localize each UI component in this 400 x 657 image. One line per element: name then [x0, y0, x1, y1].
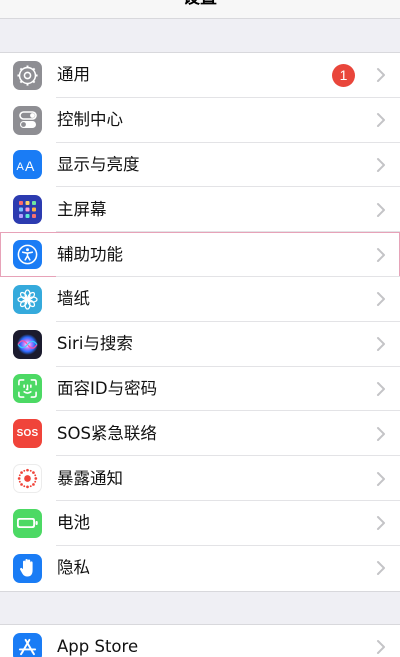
svg-text:A: A	[16, 161, 24, 173]
notification-badge: 1	[332, 63, 355, 87]
settings-row-home-screen[interactable]: 主屏幕	[0, 187, 400, 233]
chevron-right-icon	[377, 516, 385, 531]
settings-row-label: 辅助功能	[57, 244, 123, 264]
app-store-icon	[13, 632, 42, 657]
exposure-notification-icon	[13, 464, 42, 494]
accessibility-icon	[13, 240, 42, 270]
settings-row-exposure-notifications[interactable]: 暴露通知	[0, 456, 400, 501]
settings-row-label: 控制中心	[57, 110, 123, 130]
toggles-icon	[13, 105, 42, 135]
chevron-right-icon	[377, 157, 385, 172]
svg-text:A: A	[25, 158, 35, 173]
display-brightness-icon: A A	[13, 150, 42, 180]
settings-group-main: 通用 1 控制中心 A A 显示与亮度 主屏幕 辅助功能 墙纸 Siri与搜索 …	[0, 52, 400, 592]
page-title: 设置	[0, 0, 400, 10]
settings-row-label: 隐私	[57, 558, 90, 578]
settings-row-emergency-sos[interactable]: SOS SOS紧急联络	[0, 411, 400, 457]
settings-row-display-brightness[interactable]: A A 显示与亮度	[0, 143, 400, 188]
settings-row-control-center[interactable]: 控制中心	[0, 98, 400, 143]
battery-icon	[13, 508, 42, 538]
settings-row-accessibility[interactable]: 辅助功能	[0, 232, 400, 277]
chevron-right-icon	[377, 426, 385, 441]
sos-icon-text: SOS	[16, 428, 39, 440]
settings-row-face-id-passcode[interactable]: 面容ID与密码	[0, 367, 400, 412]
chevron-right-icon	[377, 561, 385, 576]
sos-icon: SOS	[13, 419, 42, 449]
settings-row-label: 显示与亮度	[57, 154, 140, 174]
chevron-right-icon	[377, 640, 385, 655]
chevron-right-icon	[377, 381, 385, 396]
navigation-bar: 设置	[0, 0, 400, 19]
settings-row-label: 通用	[57, 65, 90, 85]
settings-row-app-store[interactable]: App Store	[0, 625, 400, 657]
chevron-right-icon	[377, 292, 385, 307]
settings-row-label: 电池	[57, 513, 90, 533]
home-screen-icon	[13, 195, 42, 225]
settings-group-store: App Store	[0, 624, 400, 657]
chevron-right-icon	[377, 471, 385, 486]
siri-icon	[13, 329, 42, 359]
settings-row-label: 墙纸	[57, 289, 90, 309]
chevron-right-icon	[377, 337, 385, 352]
settings-screen: 设置	[0, 0, 400, 657]
settings-row-battery[interactable]: 电池	[0, 501, 400, 546]
settings-row-label: 主屏幕	[57, 199, 107, 219]
chevron-right-icon	[377, 202, 385, 217]
face-id-icon	[13, 374, 42, 404]
chevron-right-icon	[377, 247, 385, 262]
settings-row-label: SOS紧急联络	[57, 423, 157, 443]
gear-icon	[13, 60, 42, 90]
settings-row-general[interactable]: 通用 1	[0, 53, 400, 98]
settings-row-wallpaper[interactable]: 墙纸	[0, 277, 400, 322]
settings-row-label: Siri与搜索	[57, 334, 133, 354]
settings-row-label: App Store	[57, 637, 139, 657]
settings-row-label: 暴露通知	[57, 468, 123, 488]
privacy-hand-icon	[13, 553, 42, 583]
chevron-right-icon	[377, 113, 385, 128]
chevron-right-icon	[377, 68, 385, 83]
settings-row-label: 面容ID与密码	[57, 378, 158, 398]
wallpaper-flower-icon	[13, 284, 42, 314]
settings-row-siri-search[interactable]: Siri与搜索	[0, 322, 400, 367]
settings-row-privacy[interactable]: 隐私	[0, 546, 400, 591]
